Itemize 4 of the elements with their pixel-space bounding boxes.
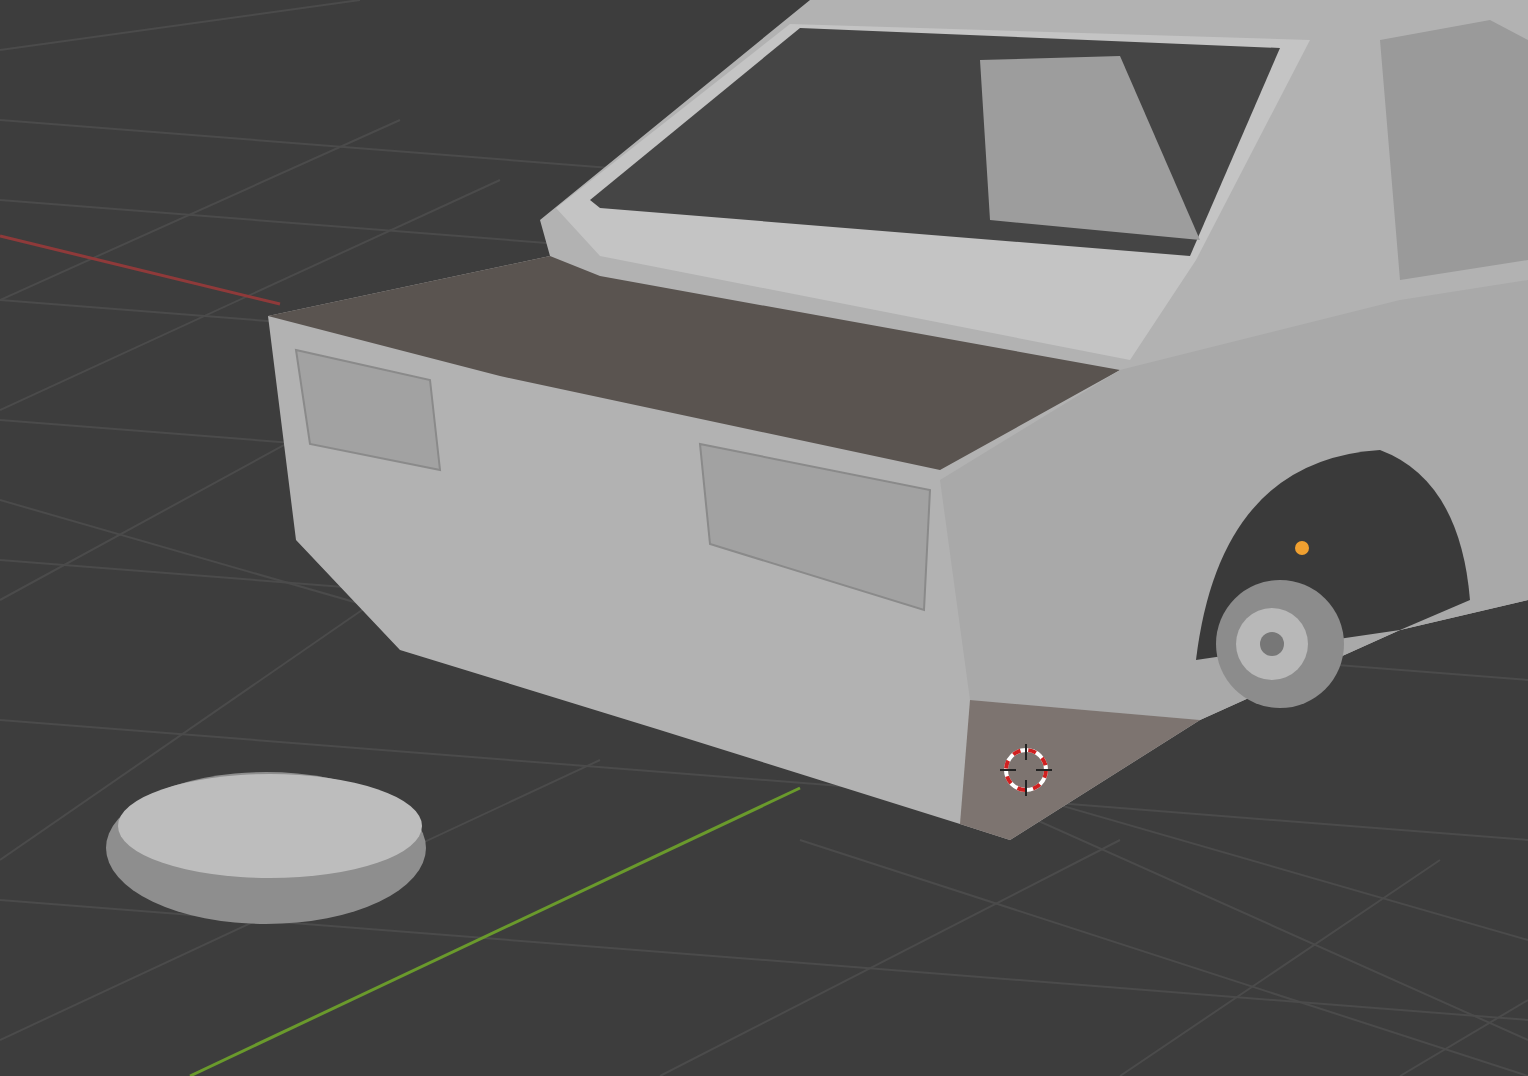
crosshair-icon[interactable] — [999, 743, 1053, 797]
hubcap-drawing[interactable] — [106, 772, 426, 924]
car-drawing[interactable] — [268, 0, 1528, 840]
origin-dot — [1295, 541, 1309, 555]
